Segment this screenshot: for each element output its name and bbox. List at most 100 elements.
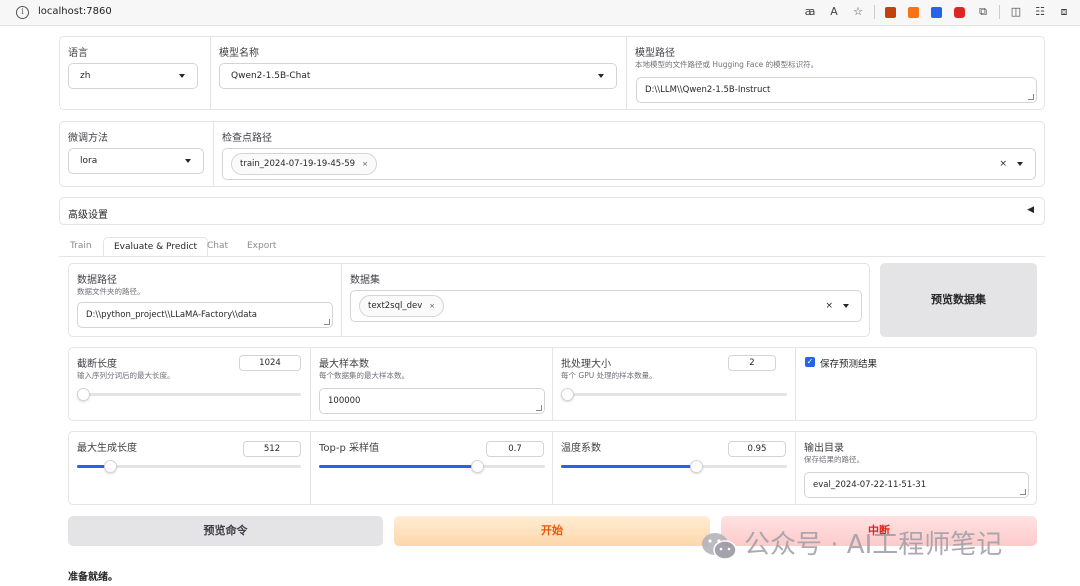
watermark: 公众号 · AI工程师笔记 bbox=[700, 524, 1060, 562]
browser-tools: ꜳ A ☆ ⧉ ◫ ☷ ⧈ bbox=[802, 4, 1072, 20]
finetune-method-select[interactable]: lora bbox=[68, 148, 204, 174]
resize-handle[interactable] bbox=[536, 405, 542, 411]
slider-thumb[interactable] bbox=[104, 460, 118, 473]
temperature-field: 温度系数 0.95 bbox=[552, 432, 795, 504]
temperature-number[interactable]: 0.95 bbox=[728, 441, 786, 457]
clear-all-icon[interactable]: × bbox=[825, 301, 833, 311]
data-dir-input[interactable]: D:\\python_project\\LLaMA-Factory\\data bbox=[77, 302, 333, 328]
address-bar[interactable]: localhost:7860 bbox=[38, 6, 112, 17]
accordion-label: 高级设置 bbox=[68, 210, 108, 221]
site-info-icon[interactable]: i bbox=[16, 6, 29, 19]
resize-handle[interactable] bbox=[1028, 94, 1034, 100]
field-label: 批处理大小 bbox=[561, 359, 611, 370]
max-new-tokens-slider[interactable] bbox=[77, 460, 301, 473]
extensions-puzzle-icon[interactable]: ⧉ bbox=[975, 4, 991, 20]
select-value: lora bbox=[80, 156, 98, 166]
eval-params-row-2: 最大生成长度 512 Top-p 采样值 0.7 温度系数 0.95 输出目录 … bbox=[68, 431, 1037, 505]
chevron-down-icon bbox=[185, 159, 191, 163]
clear-all-icon[interactable]: × bbox=[999, 159, 1007, 169]
wechat-logo-icon bbox=[700, 531, 738, 561]
tab-evaluate-predict[interactable]: Evaluate & Predict bbox=[103, 237, 209, 257]
extension-icon[interactable] bbox=[908, 6, 919, 18]
model-name-select[interactable]: Qwen2-1.5B-Chat bbox=[219, 63, 617, 89]
max-samples-field: 最大样本数 每个数据集的最大样本数。 100000 bbox=[310, 348, 552, 420]
resize-handle[interactable] bbox=[324, 319, 330, 325]
tag-label: train_2024-07-19-19-45-59 bbox=[240, 159, 356, 169]
collections-icon[interactable]: ⧈ bbox=[1056, 4, 1072, 20]
field-label: Top-p 采样值 bbox=[319, 443, 380, 454]
text-size-icon[interactable]: A bbox=[826, 4, 842, 20]
batch-size-number[interactable]: 2 bbox=[728, 355, 776, 371]
select-value: Qwen2-1.5B-Chat bbox=[231, 71, 311, 81]
temperature-slider[interactable] bbox=[561, 460, 787, 473]
language-select[interactable]: zh bbox=[68, 63, 198, 89]
dataset-multiselect[interactable]: text2sql_dev × × bbox=[350, 290, 862, 322]
preview-dataset-button[interactable]: 预览数据集 bbox=[880, 263, 1037, 337]
extension-icon[interactable] bbox=[885, 6, 896, 18]
finetune-row: 微调方法 lora 检查点路径 train_2024-07-19-19-45-5… bbox=[59, 121, 1045, 187]
field-hint: 本地模型的文件路径或 Hugging Face 的模型标识符。 bbox=[635, 60, 819, 69]
save-predictions-checkbox[interactable]: ✓ bbox=[805, 357, 815, 367]
tag-remove-icon[interactable]: × bbox=[429, 302, 435, 310]
max-new-tokens-number[interactable]: 512 bbox=[243, 441, 301, 457]
field-label: 微调方法 bbox=[68, 133, 108, 144]
tab-export[interactable]: Export bbox=[247, 237, 276, 257]
data-dir-field: 数据路径 数据文件夹的路径。 D:\\python_project\\LLaMA… bbox=[69, 264, 341, 336]
cutoff-len-number[interactable]: 1024 bbox=[239, 355, 301, 371]
input-value: D:\\python_project\\LLaMA-Factory\\data bbox=[86, 310, 257, 320]
finetune-method-field: 微调方法 lora bbox=[60, 122, 213, 186]
status-text: 准备就绪。 bbox=[68, 572, 118, 583]
output-dir-input[interactable]: eval_2024-07-22-11-51-31 bbox=[804, 472, 1029, 498]
dataset-tag: text2sql_dev × bbox=[359, 295, 445, 317]
field-label: 数据路径 bbox=[77, 275, 117, 286]
field-label: 语言 bbox=[68, 48, 88, 59]
input-value: 100000 bbox=[328, 396, 361, 406]
toolbar-divider bbox=[874, 5, 875, 19]
start-button[interactable]: 开始 bbox=[394, 516, 710, 546]
advanced-settings-accordion[interactable]: 高级设置 ◀ bbox=[59, 197, 1045, 225]
model-path-input[interactable]: D:\\LLM\\Qwen2-1.5B-Instruct bbox=[636, 77, 1037, 103]
checkpoint-multiselect[interactable]: train_2024-07-19-19-45-59 × × bbox=[222, 148, 1036, 180]
max-samples-input[interactable]: 100000 bbox=[319, 388, 545, 414]
field-label: 数据集 bbox=[350, 275, 380, 286]
tag-remove-icon[interactable]: × bbox=[362, 160, 368, 168]
slider-thumb[interactable] bbox=[561, 388, 574, 401]
field-label: 输出目录 bbox=[804, 443, 844, 454]
model-name-field: 模型名称 Qwen2-1.5B-Chat bbox=[210, 37, 626, 109]
field-hint: 数据文件夹的路径。 bbox=[77, 287, 145, 296]
cutoff-len-slider[interactable] bbox=[77, 388, 301, 401]
field-hint: 每个 GPU 处理的样本数量。 bbox=[561, 371, 657, 380]
field-hint: 保存结果的路径。 bbox=[804, 455, 864, 464]
tab-chat[interactable]: Chat bbox=[207, 237, 228, 257]
field-label: 截断长度 bbox=[77, 359, 117, 370]
field-hint: 输入序列分词后的最大长度。 bbox=[77, 371, 175, 380]
extension-icon[interactable] bbox=[954, 6, 965, 18]
resize-handle[interactable] bbox=[1020, 489, 1026, 495]
language-field: 语言 zh bbox=[60, 37, 210, 109]
slider-thumb[interactable] bbox=[77, 388, 90, 401]
top-p-number[interactable]: 0.7 bbox=[486, 441, 544, 457]
checkbox-label: 保存预测结果 bbox=[820, 359, 878, 370]
batch-size-slider[interactable] bbox=[561, 388, 787, 401]
read-aloud-icon[interactable]: ꜳ bbox=[802, 4, 818, 20]
collapse-arrow-icon[interactable]: ◀ bbox=[1027, 205, 1034, 215]
preview-command-button[interactable]: 预览命令 bbox=[68, 516, 383, 546]
slider-fill bbox=[561, 465, 697, 468]
chevron-down-icon bbox=[843, 304, 849, 308]
browser-toolbar: i localhost:7860 ꜳ A ☆ ⧉ ◫ ☷ ⧈ bbox=[0, 0, 1080, 26]
chevron-down-icon bbox=[179, 74, 185, 78]
favorites-icon[interactable]: ☷ bbox=[1032, 4, 1048, 20]
cutoff-len-field: 截断长度 输入序列分词后的最大长度。 1024 bbox=[69, 348, 310, 420]
slider-thumb[interactable] bbox=[470, 460, 484, 473]
favorite-star-icon[interactable]: ☆ bbox=[850, 4, 866, 20]
eval-params-row-1: 截断长度 输入序列分词后的最大长度。 1024 最大样本数 每个数据集的最大样本… bbox=[68, 347, 1037, 421]
field-label: 最大生成长度 bbox=[77, 443, 137, 454]
slider-thumb[interactable] bbox=[690, 460, 704, 473]
top-p-slider[interactable] bbox=[319, 460, 545, 473]
slider-fill bbox=[319, 465, 478, 468]
split-screen-icon[interactable]: ◫ bbox=[1008, 4, 1024, 20]
dataset-field: 数据集 text2sql_dev × × bbox=[341, 264, 869, 336]
extension-icon[interactable] bbox=[931, 6, 942, 18]
checkpoint-tag: train_2024-07-19-19-45-59 × bbox=[231, 153, 377, 175]
tab-train[interactable]: Train bbox=[70, 237, 92, 257]
